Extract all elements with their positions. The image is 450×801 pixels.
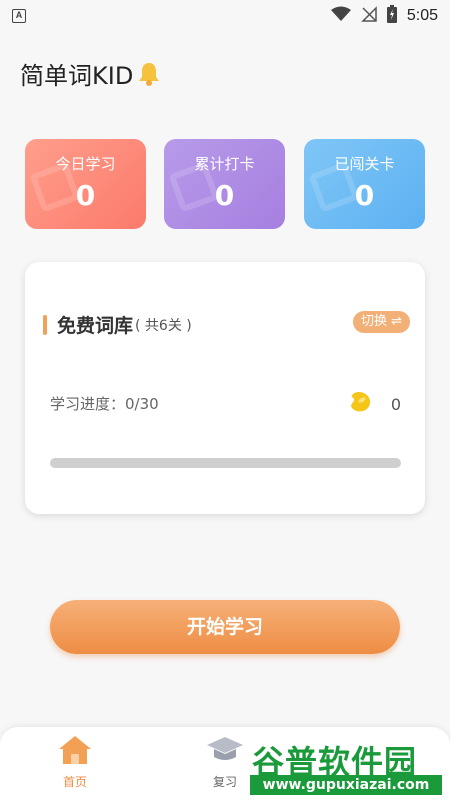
progress-bar: [50, 458, 401, 468]
stat-card-checkin[interactable]: 累计打卡 0: [164, 139, 285, 229]
watermark: 谷普软件园 www.gupuxiazai.com: [246, 735, 446, 797]
stat-label: 累计打卡: [194, 155, 255, 173]
stat-value: 0: [75, 179, 96, 212]
tab-label: 首页: [62, 775, 87, 789]
notification-badge: A: [12, 9, 26, 23]
progress-text: 学习进度：0/30: [50, 395, 159, 413]
app-title-text: 简单词KID: [20, 62, 134, 90]
no-signal-icon: [361, 5, 377, 27]
accent-bar: [43, 314, 47, 335]
stat-value: 0: [214, 179, 235, 212]
library-card: 免费词库 ( 共6关 ) 切换 ⇌ 学习进度：0/30 0: [25, 262, 425, 514]
library-count: ( 共6关 ): [135, 317, 192, 334]
library-title: 免费词库: [57, 315, 134, 337]
stat-card-levels[interactable]: 已闯关卡 0: [304, 139, 425, 229]
bean-counter: 0: [347, 390, 401, 418]
start-learning-button[interactable]: 开始学习: [50, 600, 400, 654]
library-title-row: 免费词库 ( 共6关 ): [43, 311, 192, 338]
bean-icon: [347, 390, 373, 418]
stat-label: 今日学习: [55, 155, 116, 173]
home-icon: [58, 736, 92, 769]
status-time: 5:05: [406, 7, 438, 24]
bean-count: 0: [390, 394, 401, 414]
graduation-cap-icon: [206, 737, 244, 769]
stat-value: 0: [354, 179, 375, 212]
wifi-icon: [330, 6, 351, 27]
stat-card-today[interactable]: 今日学习 0: [25, 139, 146, 229]
stat-label: 已闯关卡: [334, 155, 395, 173]
switch-library-button[interactable]: 切换 ⇌: [352, 311, 410, 333]
status-bar: A 5:05: [0, 0, 450, 32]
battery-charging-icon: [386, 4, 397, 28]
page-title: 简单词KID: [20, 56, 161, 91]
bell-icon: [137, 61, 161, 87]
tab-home[interactable]: 首页: [45, 735, 105, 790]
watermark-url: www.gupuxiazai.com: [250, 775, 442, 795]
